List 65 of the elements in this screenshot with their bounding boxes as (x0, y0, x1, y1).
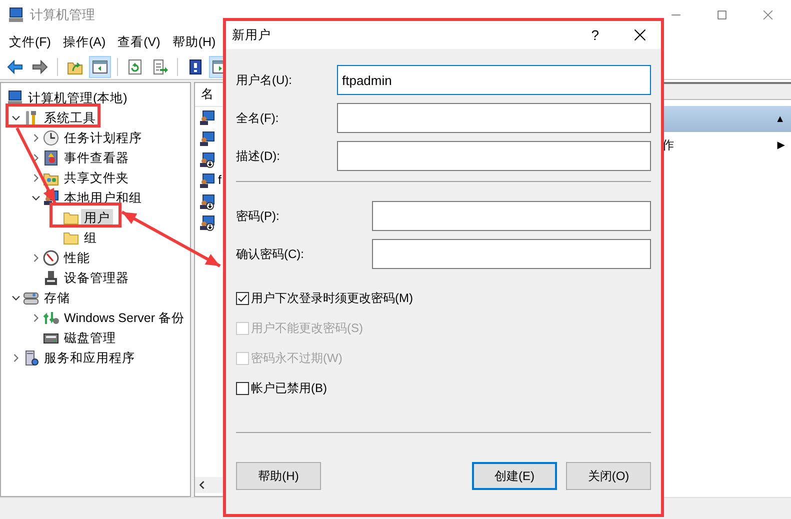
dialog-button[interactable]: 创建(E) (472, 462, 557, 490)
close-icon[interactable] (633, 28, 647, 42)
input-field[interactable] (372, 239, 651, 269)
tree-item[interactable]: 事件查看器 (61, 149, 132, 167)
tree-item[interactable]: 磁盘管理 (61, 329, 119, 347)
menu-item[interactable]: 帮助(H) (166, 30, 222, 54)
checkbox-label: 帐户已禁用(B) (251, 380, 327, 397)
export-icon (152, 58, 168, 74)
checkbox[interactable] (236, 292, 249, 304)
maximize-icon[interactable] (715, 8, 729, 22)
menu-item[interactable]: 查看(V) (112, 30, 166, 54)
tree-item[interactable]: 组 (81, 229, 100, 247)
tree-item[interactable]: 服务和应用程序 (41, 349, 138, 367)
field-label: 确认密码(C): (236, 246, 305, 263)
folder-icon (63, 230, 79, 246)
field-label: 描述(D): (236, 148, 281, 165)
tree-pane-icon (92, 58, 108, 74)
input-field[interactable] (337, 103, 651, 133)
book-icon (43, 150, 59, 166)
server-icon (23, 350, 39, 366)
help-book-icon (187, 58, 203, 74)
checkbox[interactable] (236, 382, 249, 394)
storage-icon (23, 290, 39, 306)
check-icon (237, 292, 248, 304)
tree-item[interactable]: 共享文件夹 (61, 169, 132, 187)
field-label: 用户名(U): (236, 72, 293, 89)
checkbox-label: 用户下次登录时须更改密码(M) (251, 290, 413, 307)
tree-item[interactable]: Windows Server 备份 (61, 309, 188, 327)
back-arrow-icon (7, 58, 23, 74)
computer-icon (8, 7, 24, 23)
checkbox-label: 密码永不过期(W) (251, 350, 342, 367)
forward-arrow-icon (32, 58, 48, 74)
field-label: 全名(F): (236, 110, 280, 127)
gauge-icon (43, 250, 59, 266)
input-field[interactable]: ftpadmin (337, 65, 651, 95)
help-button[interactable]: ? (591, 24, 599, 46)
field-label: 密码(P): (236, 208, 280, 225)
folder-icon (63, 210, 79, 226)
tree-item[interactable]: 任务计划程序 (61, 129, 145, 147)
column-header[interactable]: 名 (201, 85, 214, 104)
dialog-button[interactable]: 关闭(O) (566, 462, 651, 490)
device-icon (43, 270, 59, 286)
menu-item[interactable]: 操作(A) (56, 30, 112, 54)
collapse-arrow[interactable]: ▲ (775, 112, 785, 126)
highlight-frame (50, 202, 122, 228)
backup-icon (43, 310, 59, 326)
wrench-icon (23, 110, 39, 126)
list-item[interactable]: f (218, 171, 222, 190)
tree-item[interactable]: 存储 (41, 289, 73, 307)
tree-item[interactable]: 设备管理器 (61, 269, 132, 287)
input-field[interactable] (337, 141, 651, 171)
action-section-header[interactable]: ▲ (662, 106, 791, 132)
tree-item[interactable]: 系统工具 (41, 109, 99, 127)
submenu-arrow: ▶ (777, 138, 785, 152)
clock-icon (43, 130, 59, 146)
menu-item[interactable]: 文件(F) (3, 30, 57, 54)
dialog-button[interactable]: 帮助(H) (236, 462, 321, 490)
checkbox-label: 用户不能更改密码(S) (251, 320, 363, 337)
refresh-icon (127, 58, 143, 74)
computer-icon (7, 90, 23, 106)
tree-item[interactable]: 性能 (61, 249, 93, 267)
window-title: 计算机管理 (30, 6, 96, 24)
input-field[interactable] (372, 201, 651, 231)
toolbar-button[interactable] (89, 56, 111, 78)
dialog-title: 新用户 (231, 26, 272, 44)
